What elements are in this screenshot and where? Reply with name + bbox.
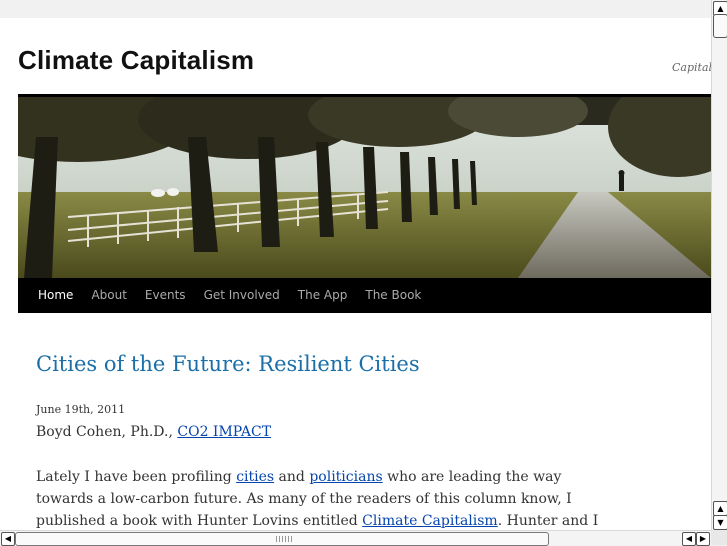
post-title[interactable]: Cities of the Future: Resilient Cities [36, 352, 420, 376]
body-text-2: and [274, 469, 310, 485]
header-image [18, 97, 711, 278]
web-page: Climate Capitalism Capitalism [0, 18, 711, 530]
post-author: Boyd Cohen, Ph.D., CO2 IMPACT [36, 424, 271, 440]
vertical-scrollbar[interactable]: ▲ ▲ ▼ [711, 0, 727, 530]
politicians-link[interactable]: politicians [309, 469, 382, 485]
cities-link[interactable]: cities [236, 469, 274, 485]
nav-item-about[interactable]: About [82, 278, 135, 313]
site-description: Capitalism [672, 61, 711, 74]
climate-capitalism-link[interactable]: Climate Capitalism [362, 513, 498, 529]
nav-item-get-involved[interactable]: Get Involved [195, 278, 289, 313]
body-text-1: Lately I have been profiling [36, 469, 237, 485]
post-body: Lately I have been profiling cities and … [36, 466, 616, 530]
scroll-left-arrow-icon-right[interactable]: ◀ [682, 532, 696, 546]
nav-item-the-app[interactable]: The App [289, 278, 357, 313]
main-nav: Home About Events Get Involved The App T… [18, 278, 711, 313]
nav-item-events[interactable]: Events [136, 278, 195, 313]
scroll-right-arrow-icon[interactable]: ▶ [696, 532, 710, 546]
browser-top-strip [0, 0, 711, 18]
scroll-grip-icon [276, 536, 292, 542]
author-link[interactable]: CO2 IMPACT [177, 424, 271, 440]
author-name: Boyd Cohen, Ph.D., [36, 424, 178, 440]
site-title[interactable]: Climate Capitalism [18, 45, 254, 76]
scroll-down-arrow-icon[interactable]: ▼ [713, 515, 727, 530]
horizontal-scrollbar[interactable]: ◀ ◀ ▶ [0, 530, 711, 546]
nav-item-home[interactable]: Home [18, 278, 82, 313]
scroll-up-arrow-icon-bottom[interactable]: ▲ [713, 501, 727, 516]
vertical-scroll-thumb[interactable] [713, 14, 727, 38]
nav-item-the-book[interactable]: The Book [356, 278, 430, 313]
post-date: June 19th, 2011 [36, 403, 126, 416]
horizontal-scroll-thumb[interactable] [15, 532, 549, 546]
scroll-left-arrow-icon[interactable]: ◀ [1, 532, 15, 546]
scrollbar-corner [711, 530, 727, 545]
